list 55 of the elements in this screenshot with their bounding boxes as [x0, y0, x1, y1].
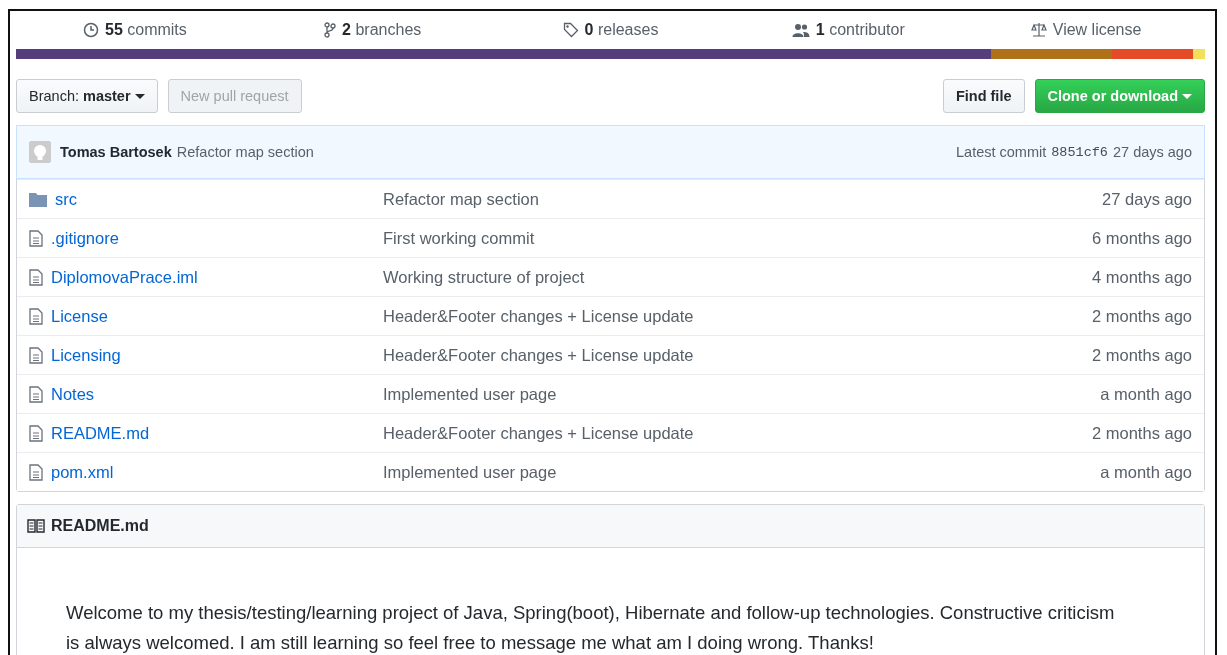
- commit-message-link[interactable]: Refactor map section: [383, 189, 1103, 209]
- commit-age: 2 months ago: [1092, 306, 1192, 326]
- stat-link[interactable]: 55 commits: [83, 21, 187, 39]
- commit-message-link[interactable]: Working structure of project: [383, 267, 1092, 287]
- file-icon: [29, 307, 43, 325]
- commit-author-link[interactable]: Tomas Bartosek: [60, 144, 172, 160]
- file-icon: [29, 424, 43, 442]
- commit-age: 2 months ago: [1092, 345, 1192, 365]
- latest-commit-label: Latest commit: [956, 144, 1047, 160]
- scale-icon: [1030, 22, 1047, 38]
- file-name-link[interactable]: pom.xml: [51, 462, 114, 482]
- file-icon: [29, 229, 43, 247]
- caret-icon: [134, 93, 145, 99]
- file-icon: [29, 463, 43, 481]
- stat-link[interactable]: 2 branches: [324, 21, 422, 39]
- find-file-button[interactable]: Find file: [942, 79, 1025, 113]
- commit-age: 2 months ago: [1092, 423, 1192, 443]
- file-name-link[interactable]: License: [51, 306, 108, 326]
- people-icon: [791, 22, 810, 38]
- readme-paragraph: Welcome to my thesis/testing/learning project of Java, Spring(boot), Hibernate and follow-up technologies. Constructive criticism is always welcomed. I am still learning so feel free to message me what am I doing wrong. Thanks!: [66, 601, 1116, 655]
- file-icon: [29, 268, 43, 286]
- file-name-link[interactable]: src: [55, 189, 77, 209]
- file-name-link[interactable]: README.md: [51, 423, 150, 443]
- file-name-link[interactable]: .gitignore: [51, 228, 119, 248]
- file-icon: [29, 346, 43, 364]
- commit-message-link[interactable]: Header&Footer changes + License update: [383, 423, 1092, 443]
- branch-icon: [324, 22, 337, 38]
- commit-message-link[interactable]: Implemented user page: [383, 384, 1101, 404]
- stat-link[interactable]: 0 releases: [562, 21, 659, 39]
- commit-age: a month ago: [1100, 384, 1192, 404]
- commit-age: 4 months ago: [1092, 267, 1192, 287]
- commit-age: 27 days ago: [1113, 144, 1192, 160]
- history-icon: [83, 22, 99, 38]
- folder-icon: [29, 191, 47, 207]
- file-name-link[interactable]: Licensing: [51, 345, 121, 365]
- commit-message-link[interactable]: Implemented user page: [383, 462, 1101, 482]
- commit-sha-link[interactable]: 8851cf6: [1051, 144, 1108, 160]
- book-icon: [27, 519, 45, 533]
- commit-message-link[interactable]: First working commit: [383, 228, 1092, 248]
- stat-link[interactable]: 1 contributor: [791, 21, 905, 39]
- tag-icon: [562, 22, 579, 38]
- commit-age: a month ago: [1100, 462, 1192, 482]
- readme-title: README.md: [51, 517, 149, 535]
- commit-message-link[interactable]: Refactor map section: [176, 144, 314, 160]
- file-name-link[interactable]: Notes: [51, 384, 95, 404]
- commit-age: 6 months ago: [1092, 228, 1192, 248]
- stat-link[interactable]: View license: [1030, 21, 1142, 39]
- commit-age: 27 days ago: [1102, 189, 1192, 209]
- commit-message-link[interactable]: Header&Footer changes + License update: [383, 345, 1092, 365]
- file-icon: [29, 385, 43, 403]
- caret-icon: [1182, 93, 1192, 99]
- file-name-link[interactable]: DiplomovaPrace.iml: [51, 267, 198, 287]
- commit-message-link[interactable]: Header&Footer changes + License update: [383, 306, 1092, 326]
- avatar-icon: [29, 141, 51, 163]
- branch-button[interactable]: Branch: master: [16, 79, 158, 113]
